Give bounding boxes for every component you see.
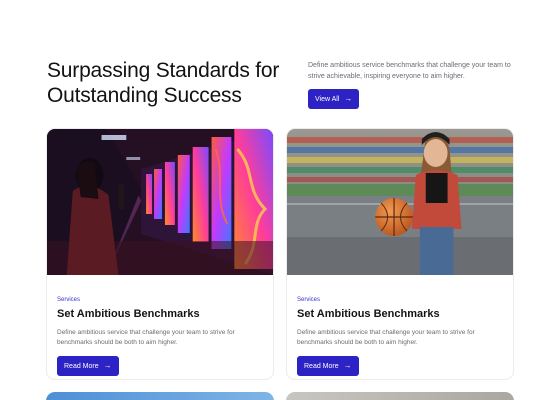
next-card-image-peek	[46, 392, 274, 400]
read-more-button-label: Read More	[304, 362, 339, 370]
card-description: Define ambitious service that challenge …	[297, 329, 475, 346]
card-category-tag: Services	[57, 297, 81, 303]
read-more-button[interactable]: Read More →	[57, 356, 119, 376]
hero-intro: Define ambitious service benchmarks that…	[308, 60, 523, 109]
card-body: Services Set Ambitious Benchmarks Define…	[287, 275, 513, 376]
card-title: Set Ambitious Benchmarks	[297, 308, 440, 320]
hero-description: Define ambitious service benchmarks that…	[308, 62, 511, 80]
view-all-button-label: View All	[315, 95, 340, 103]
card-image-gallery	[47, 129, 273, 275]
service-card: Services Set Ambitious Benchmarks Define…	[46, 128, 274, 380]
gallery-photo-illustration	[47, 129, 273, 275]
arrow-right-icon: →	[343, 361, 352, 370]
card-body: Services Set Ambitious Benchmarks Define…	[47, 275, 273, 376]
basketball-portrait-illustration	[287, 129, 513, 275]
next-card-image-peek	[286, 392, 514, 400]
card-category-tag: Services	[297, 297, 321, 303]
read-more-button-label: Read More	[64, 362, 99, 370]
service-card: Services Set Ambitious Benchmarks Define…	[286, 128, 514, 380]
view-all-button[interactable]: View All →	[308, 89, 360, 109]
arrow-right-icon: →	[103, 361, 112, 370]
card-description: Define ambitious service that challenge …	[57, 329, 235, 346]
arrow-right-icon: →	[344, 94, 353, 103]
card-title: Set Ambitious Benchmarks	[57, 308, 200, 320]
read-more-button[interactable]: Read More →	[297, 356, 359, 376]
hero-title: Surpassing Standards for Outstanding Suc…	[47, 59, 280, 107]
card-image-basketball	[287, 129, 513, 275]
